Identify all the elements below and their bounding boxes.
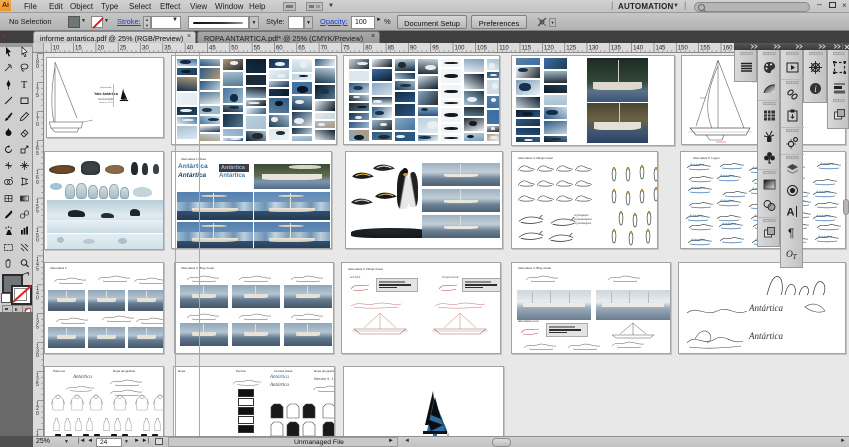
svg-text:0: 0 bbox=[36, 238, 39, 244]
svg-text:0: 0 bbox=[36, 64, 39, 70]
svg-text:5: 5 bbox=[36, 151, 39, 157]
svg-text:T: T bbox=[21, 80, 27, 90]
svg-text:T: T bbox=[793, 252, 798, 261]
svg-text:20: 20 bbox=[97, 46, 104, 52]
svg-text:40: 40 bbox=[187, 46, 194, 52]
svg-text:35: 35 bbox=[164, 46, 171, 52]
svg-text:10: 10 bbox=[53, 46, 60, 52]
svg-text:115: 115 bbox=[522, 46, 532, 52]
svg-text:¶: ¶ bbox=[788, 226, 794, 240]
svg-text:45: 45 bbox=[209, 46, 216, 52]
svg-text:90: 90 bbox=[410, 46, 417, 52]
svg-text:5: 5 bbox=[36, 382, 39, 388]
svg-text:30: 30 bbox=[142, 46, 149, 52]
svg-text:85: 85 bbox=[388, 46, 395, 52]
svg-text:5: 5 bbox=[36, 324, 39, 330]
svg-text:130: 130 bbox=[589, 46, 600, 52]
svg-text:135: 135 bbox=[611, 46, 622, 52]
svg-text:15: 15 bbox=[75, 46, 82, 52]
svg-text:0: 0 bbox=[36, 180, 39, 186]
svg-text:5: 5 bbox=[36, 93, 39, 99]
svg-text:155: 155 bbox=[700, 46, 711, 52]
svg-text:100: 100 bbox=[455, 46, 466, 52]
svg-text:5: 5 bbox=[36, 267, 39, 273]
svg-text:160: 160 bbox=[723, 46, 734, 52]
svg-text:A: A bbox=[787, 207, 795, 219]
svg-text:5: 5 bbox=[36, 209, 39, 215]
svg-text:65: 65 bbox=[298, 46, 305, 52]
svg-text:0: 0 bbox=[36, 411, 39, 417]
svg-text:0: 0 bbox=[36, 353, 39, 359]
svg-text:120: 120 bbox=[544, 46, 555, 52]
svg-text:105: 105 bbox=[477, 46, 488, 52]
svg-text:60: 60 bbox=[276, 46, 283, 52]
svg-text:140: 140 bbox=[633, 46, 644, 52]
svg-text:0: 0 bbox=[36, 122, 39, 128]
svg-text:110: 110 bbox=[499, 46, 509, 52]
svg-text:0: 0 bbox=[36, 295, 39, 301]
svg-text:125: 125 bbox=[566, 46, 577, 52]
svg-text:150: 150 bbox=[678, 46, 689, 52]
svg-text:75: 75 bbox=[343, 46, 350, 52]
svg-text:95: 95 bbox=[432, 46, 439, 52]
svg-text:50: 50 bbox=[231, 46, 238, 52]
svg-text:25: 25 bbox=[120, 46, 127, 52]
svg-text:145: 145 bbox=[656, 46, 667, 52]
svg-text:55: 55 bbox=[254, 46, 261, 52]
svg-text:80: 80 bbox=[365, 46, 372, 52]
svg-text:70: 70 bbox=[321, 46, 328, 52]
